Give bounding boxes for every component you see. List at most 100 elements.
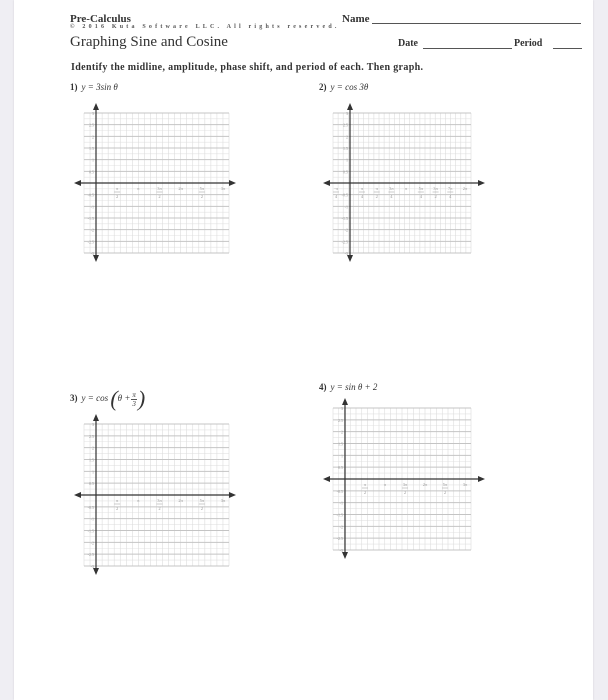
y-tick-label: -3	[91, 251, 94, 256]
worksheet-page: Pre-Calculus © 2016 Kuta Software LLC. A…	[14, 0, 593, 700]
x-tick-label-denominator: 2	[444, 490, 446, 495]
y-tick-label: -1	[340, 501, 343, 506]
equation-inner: θ +	[117, 393, 131, 404]
instructions: Identify the midline, amplitude, phase s…	[71, 62, 424, 73]
y-tick-label: 2.5	[343, 123, 348, 128]
problem-4: 4) y = sin θ + 2	[319, 382, 377, 392]
x-tick-label: π	[405, 186, 408, 191]
left-paren: (	[110, 386, 118, 411]
y-tick-label: -0.5	[88, 193, 94, 198]
fraction-denominator: 3	[132, 399, 136, 408]
y-tick-label: 1.5	[338, 442, 343, 447]
graph-1[interactable]: 32.521.510.5-0.5-1-1.5-2-2.5-3π2π 3π22π 5π…	[74, 103, 236, 262]
y-tick-label: 1.5	[89, 458, 94, 463]
x-axis-left-arrow-icon	[74, 492, 81, 498]
y-axis-up-arrow-icon	[347, 103, 353, 110]
y-tick-label: -2.5	[88, 239, 94, 244]
problem-3: 3) y = cos (θ + π 3)	[70, 388, 146, 410]
x-tick-label: π	[116, 186, 119, 191]
y-tick-label: -1.5	[342, 216, 348, 221]
x-axis-left-arrow-icon	[323, 476, 330, 482]
x-axis-left-arrow-icon	[323, 180, 330, 186]
problem-1: 1) y = 3sin θ	[70, 82, 118, 92]
x-tick-label: π	[364, 482, 367, 487]
y-tick-label: -2	[91, 228, 94, 233]
x-tick-label: 2π	[463, 186, 468, 191]
x-tick-label: π	[137, 186, 140, 191]
y-tick-label: -0.5	[88, 505, 94, 510]
x-tick-label-denominator: 2	[201, 194, 203, 199]
y-axis-down-arrow-icon	[93, 568, 99, 575]
problem-equation: y = sin θ + 2	[330, 382, 378, 392]
y-tick-label: 1.5	[343, 146, 348, 151]
graph-4[interactable]: 32.521.510.5-0.5-1-1.5-2-2.5-3π2π 3π22π 5π…	[323, 398, 485, 559]
problem-equation: y = cos (θ + π 3)	[81, 388, 146, 410]
date-field-line[interactable]	[423, 48, 512, 49]
y-tick-label: -1	[91, 517, 94, 522]
x-axis-right-arrow-icon	[478, 180, 485, 186]
x-tick-label: 2π	[178, 186, 183, 191]
y-tick-label: 0.5	[343, 169, 348, 174]
problem-number: 2)	[319, 82, 327, 92]
equation-prefix: y = cos	[81, 393, 109, 404]
y-tick-label: 1	[92, 469, 94, 474]
y-tick-label: 0.5	[338, 465, 343, 470]
graph-3[interactable]: 32.521.510.5-0.5-1-1.5-2-2.5-3π2π 3π22π 5π…	[74, 414, 236, 575]
y-axis-down-arrow-icon	[342, 552, 348, 559]
y-tick-label: -2.5	[337, 536, 343, 541]
x-tick-label: 3π	[433, 186, 438, 191]
y-tick-label: -2.5	[342, 239, 348, 244]
y-tick-label: 0.5	[89, 481, 94, 486]
y-tick-label: 2	[346, 134, 348, 139]
worksheet-title: Graphing Sine and Cosine	[70, 34, 228, 50]
equation-fraction: π3	[131, 391, 137, 408]
y-tick-label: -1	[91, 204, 94, 209]
x-tick-label-denominator: 2	[116, 194, 118, 199]
y-tick-label: -1.5	[88, 529, 94, 534]
y-tick-label: 2.5	[338, 418, 343, 423]
y-tick-label: 1	[92, 158, 94, 163]
y-tick-label: -1.5	[337, 513, 343, 518]
x-tick-label: 2π	[423, 482, 428, 487]
y-tick-label: 2	[92, 446, 94, 451]
y-tick-label: -2	[91, 540, 94, 545]
fraction-numerator: π	[131, 390, 137, 400]
x-tick-label: 2π	[178, 498, 183, 503]
problem-number: 1)	[70, 82, 78, 92]
y-tick-label: 0.5	[89, 169, 94, 174]
problem-number: 3)	[70, 393, 78, 404]
copyright-notice: © 2016 Kuta Software LLC. All rights res…	[70, 24, 340, 30]
y-tick-label: 1.5	[89, 146, 94, 151]
x-tick-label: 3π	[221, 186, 226, 191]
x-tick-label-denominator: 2	[434, 194, 436, 199]
y-tick-label: -3	[345, 251, 348, 256]
right-paren: )	[137, 386, 146, 411]
problem-equation: y = cos 3θ	[330, 82, 369, 92]
x-tick-label: 3π	[157, 186, 162, 191]
x-tick-label-denominator: 2	[116, 506, 118, 511]
x-tick-label: 3π	[389, 186, 394, 191]
period-field-line[interactable]	[553, 48, 582, 49]
x-tick-label-denominator: 2	[376, 194, 378, 199]
y-axis-up-arrow-icon	[93, 414, 99, 421]
name-field-line[interactable]	[372, 23, 581, 24]
y-axis-up-arrow-icon	[342, 398, 348, 405]
y-tick-label: 3	[346, 111, 348, 116]
y-tick-label: -1.5	[88, 216, 94, 221]
x-tick-label: 5π	[200, 186, 205, 191]
y-tick-label: 1	[341, 453, 343, 458]
x-tick-label: 5π	[443, 482, 448, 487]
graph-2[interactable]: 32.521.510.5-0.5-1-1.5-2-2.5-3-π4π4π23π4…	[323, 103, 485, 262]
x-tick-label: 7π	[448, 186, 453, 191]
x-tick-label: 3π	[403, 482, 408, 487]
y-tick-label: 2.5	[89, 434, 94, 439]
y-tick-label: -2	[345, 228, 348, 233]
x-tick-label: π	[376, 186, 379, 191]
y-tick-label: -1	[345, 204, 348, 209]
problem-equation: y = 3sin θ	[81, 82, 118, 92]
x-axis-right-arrow-icon	[229, 492, 236, 498]
y-tick-label: 2	[92, 134, 94, 139]
x-tick-label: 3π	[221, 498, 226, 503]
y-axis-down-arrow-icon	[93, 255, 99, 262]
y-tick-label: 3	[92, 422, 94, 427]
